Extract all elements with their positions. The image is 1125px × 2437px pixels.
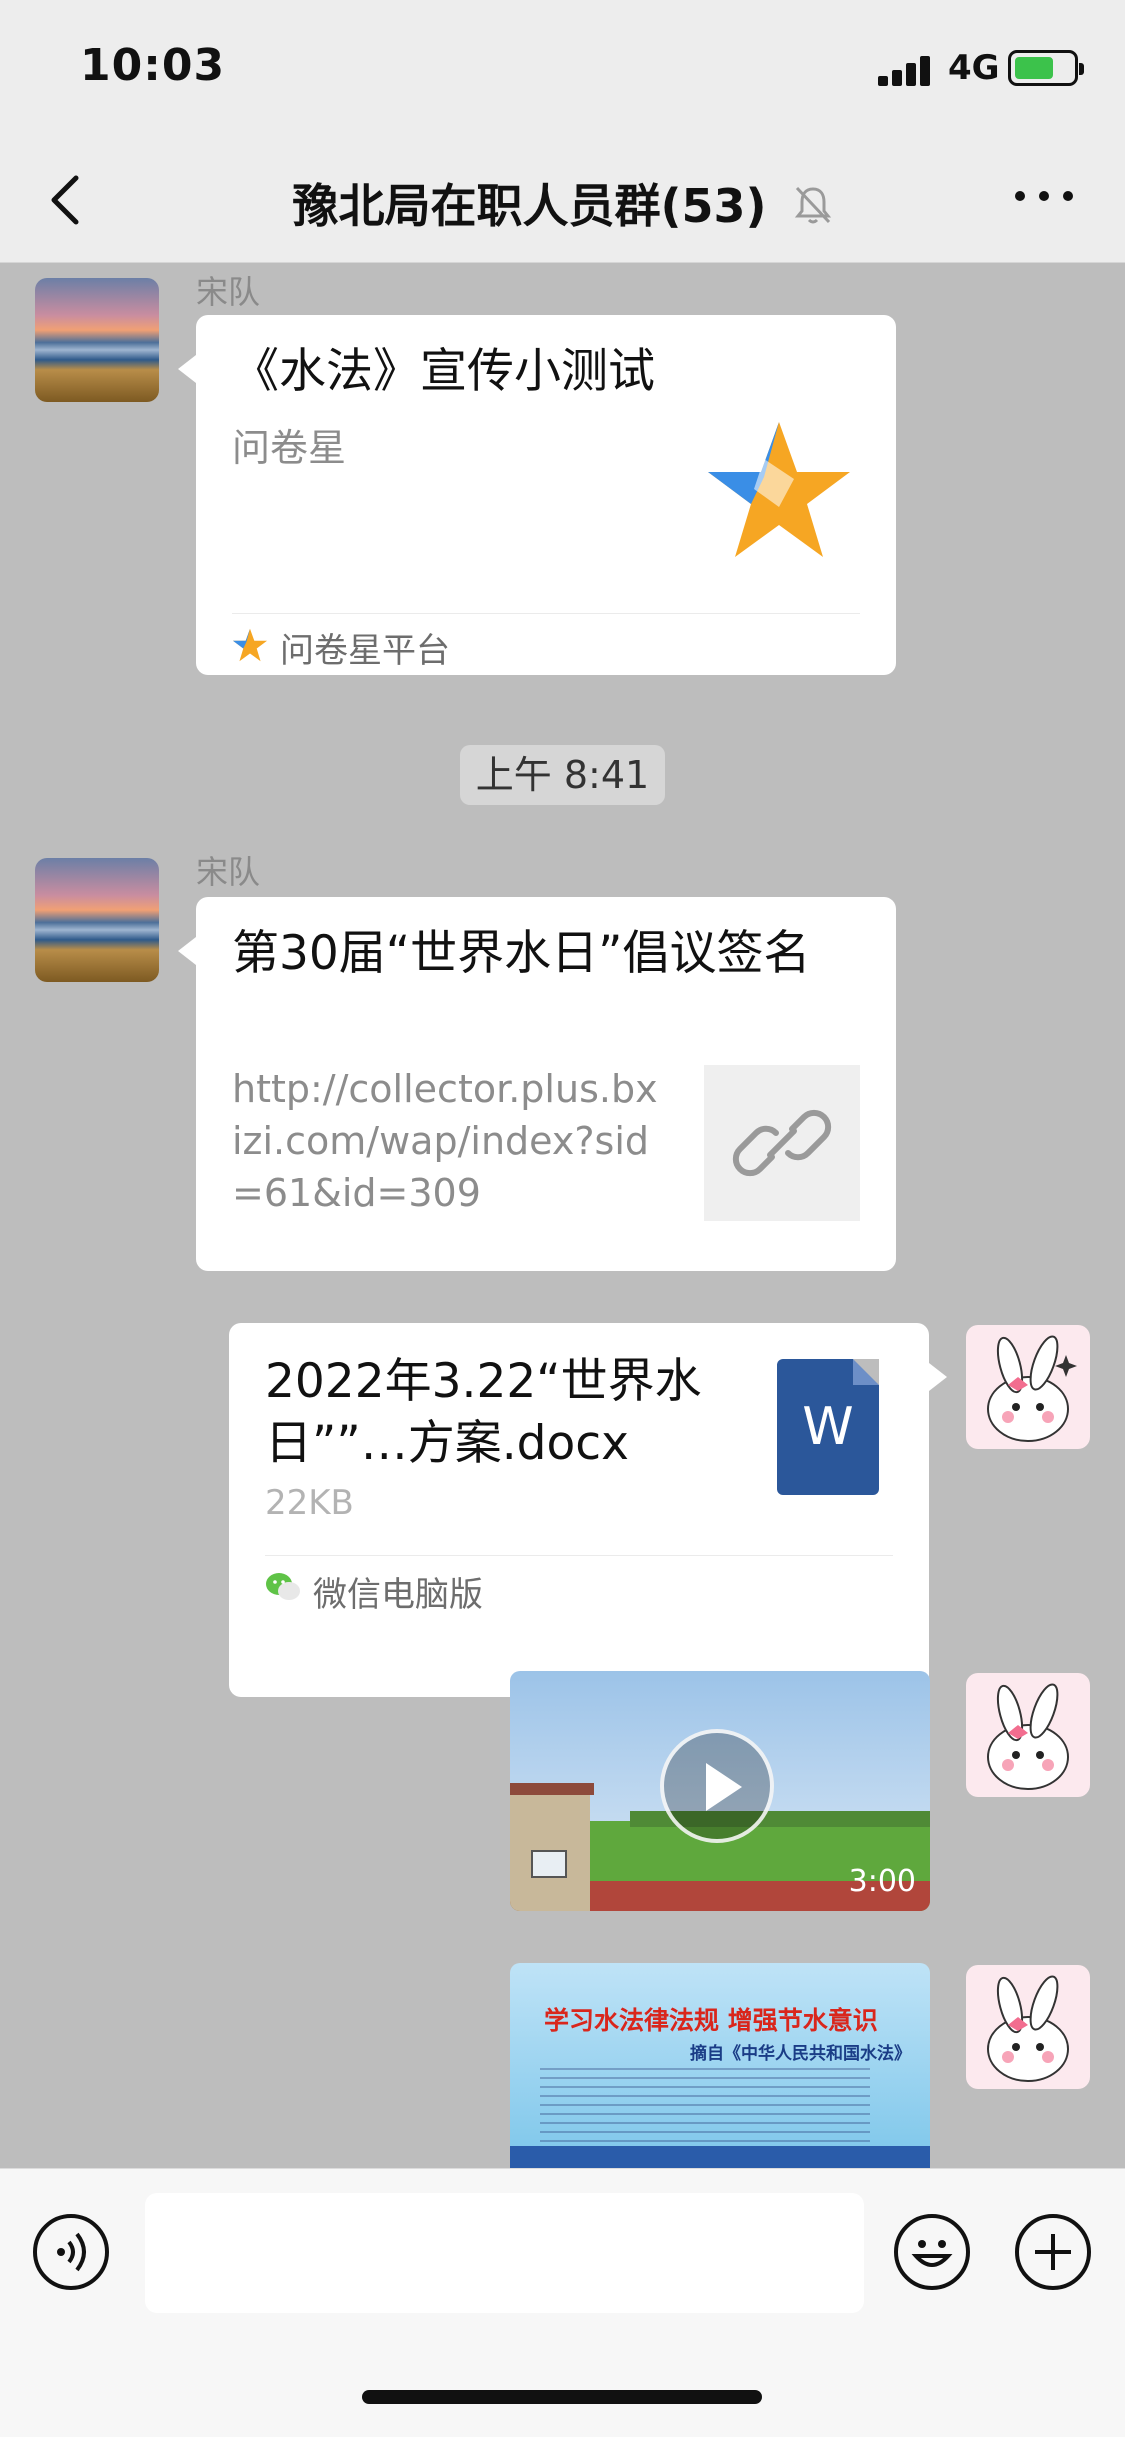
chat-title: 豫北局在职人员群(53) <box>292 179 767 233</box>
status-bar: 10:03 4G <box>0 0 1125 140</box>
chat-area[interactable]: 宋队 《水法》宣传小测试 问卷星 问卷星平台 上午 8:41 宋队 第30届“世… <box>0 263 1125 2168</box>
more-icon[interactable] <box>1015 186 1075 206</box>
video-message[interactable]: 3:00 <box>510 1671 930 1911</box>
card-source: 问卷星 <box>232 426 347 470</box>
message-input[interactable] <box>145 2193 864 2313</box>
file-size: 22KB <box>265 1483 354 1523</box>
card-footer: 微信电脑版 <box>313 1575 483 1615</box>
star-icon <box>232 627 268 663</box>
poster-title: 学习水法律法规 增强节水意识 <box>544 2006 878 2035</box>
avatar[interactable] <box>966 1325 1090 1449</box>
time-divider: 上午 8:41 <box>460 745 665 805</box>
chat-title-row: 豫北局在职人员群(53) <box>0 170 1125 237</box>
card-title: 《水法》宣传小测试 <box>232 344 655 399</box>
emoji-icon[interactable] <box>894 2214 970 2290</box>
star-icon <box>704 417 854 566</box>
wechat-icon <box>265 1571 301 1607</box>
sender-name: 宋队 <box>196 853 261 891</box>
poster-subtitle: 摘自《中华人民共和国水法》 <box>690 2044 911 2064</box>
battery-icon <box>1008 50 1084 86</box>
card-title: 第30届“世界水日”倡议签名 <box>232 926 811 981</box>
word-icon: W <box>777 1359 879 1495</box>
avatar[interactable] <box>35 278 159 402</box>
avatar[interactable] <box>966 1965 1090 2089</box>
play-icon[interactable] <box>660 1729 774 1843</box>
sender-name: 宋队 <box>196 273 261 311</box>
avatar[interactable] <box>35 858 159 982</box>
chat-header: 豫北局在职人员群(53) <box>0 140 1125 263</box>
video-duration: 3:00 <box>848 1864 916 1899</box>
file-name: 2022年3.22“世界水日””…方案.docx <box>265 1354 702 1471</box>
home-indicator <box>362 2390 762 2404</box>
link-card[interactable]: 第30届“世界水日”倡议签名 http://collector.plus.bxi… <box>178 897 896 1271</box>
status-time: 10:03 <box>80 40 226 91</box>
mini-program-card[interactable]: 《水法》宣传小测试 问卷星 问卷星平台 <box>178 315 896 675</box>
plus-icon[interactable] <box>1015 2214 1091 2290</box>
card-url: http://collector.plus.bxizi.com/wap/inde… <box>232 1067 658 1215</box>
card-footer: 问卷星平台 <box>280 631 450 671</box>
network-type: 4G <box>948 48 1000 88</box>
voice-icon[interactable] <box>33 2214 109 2290</box>
avatar[interactable] <box>966 1673 1090 1797</box>
file-card[interactable]: 2022年3.22“世界水日””…方案.docx 22KB W 微信电脑版 <box>229 1323 947 1697</box>
mute-icon <box>793 183 833 237</box>
image-message[interactable]: 学习水法律法规 增强节水意识 摘自《中华人民共和国水法》 <box>510 1963 930 2168</box>
signal-icon <box>878 52 938 86</box>
link-icon <box>704 1065 860 1221</box>
